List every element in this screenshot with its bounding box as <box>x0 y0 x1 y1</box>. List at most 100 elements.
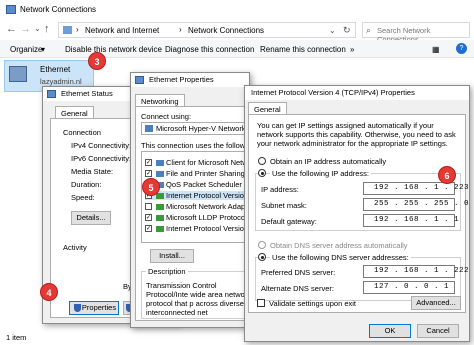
checkbox-checked[interactable]: ✓ <box>145 225 152 232</box>
more-options-icon[interactable]: » <box>350 45 354 54</box>
component-icon <box>156 226 164 232</box>
auto-dns-label[interactable]: Obtain DNS server address automatically <box>270 241 408 250</box>
list-item-client[interactable]: ✓ Client for Microsoft Network <box>145 158 252 167</box>
properties-button[interactable]: Properties <box>69 301 119 315</box>
status-window-title: Ethernet Status <box>61 89 113 98</box>
subnet-mask-label: Subnet mask: <box>261 201 307 210</box>
up-arrow-icon[interactable]: ↑ <box>44 23 50 35</box>
ipv4-titlebar: Internet Protocol Version 4 (TCP/IPv4) P… <box>245 86 469 100</box>
network-icon <box>47 90 56 98</box>
list-item-network-adapter[interactable]: Microsoft Network Adapter <box>145 202 252 211</box>
callout-4: 4 <box>40 283 58 301</box>
ipv4-properties-dialog: Internet Protocol Version 4 (TCP/IPv4) P… <box>244 85 470 342</box>
shield-icon <box>74 304 81 312</box>
description-group: Description Transmission Control Protoco… <box>141 267 253 319</box>
ipv4-general-panel: You can get IP settings assigned automat… <box>248 114 469 313</box>
manual-ip-label[interactable]: Use the following IP address: <box>270 169 371 178</box>
default-gateway-field[interactable]: 192 . 168 . 1 . 1 <box>363 214 459 227</box>
adapter-icon <box>145 125 153 132</box>
duration-label: Duration: <box>71 180 102 189</box>
ipv4-connectivity-label: IPv4 Connectivity: <box>71 141 132 150</box>
connection-heading: Connection <box>63 128 101 137</box>
ipv4-dialog-title: Internet Protocol Version 4 (TCP/IPv4) P… <box>251 88 415 97</box>
window-title: Network Connections <box>20 5 97 14</box>
ip-address-field[interactable]: 192 . 168 . 1 . 223 <box>363 182 469 195</box>
auto-ip-label[interactable]: Obtain an IP address automatically <box>270 157 386 166</box>
checkbox-checked[interactable]: ✓ <box>145 170 152 177</box>
component-icon <box>156 193 164 199</box>
details-button[interactable]: Details... <box>71 211 111 225</box>
preferred-dns-label: Preferred DNS server: <box>261 268 336 277</box>
install-button[interactable]: Install... <box>150 249 194 263</box>
properties-label: Properties <box>81 303 117 312</box>
address-dropdown-icon[interactable]: ⌄ <box>329 26 336 35</box>
view-options-icon[interactable]: ▦ <box>432 45 440 54</box>
adapter-name: Microsoft Hyper-V Network Ad <box>156 124 257 133</box>
description-text: Transmission Control Protocol/Inte wide … <box>146 281 252 317</box>
speed-label: Speed: <box>71 193 95 202</box>
network-icon <box>135 76 144 84</box>
preferred-dns-field[interactable]: 192 . 168 . 1 . 222 <box>363 265 469 278</box>
breadcrumb-sep-icon: › <box>76 25 79 34</box>
list-item-qos[interactable]: ✓QoS Packet Scheduler <box>145 180 252 189</box>
address-bar[interactable]: › Network and Internet › Network Connect… <box>58 22 356 38</box>
manual-dns-radio[interactable] <box>258 253 266 261</box>
alternate-dns-field[interactable]: 127 . 0 . 0 . 1 <box>363 281 455 294</box>
validate-checkbox[interactable] <box>257 299 265 307</box>
adapter-box: Microsoft Hyper-V Network Ad <box>141 122 257 135</box>
component-icon <box>156 215 164 221</box>
help-icon[interactable]: ? <box>456 43 467 54</box>
breadcrumb-network-connections[interactable]: Network Connections <box>188 26 264 35</box>
search-icon: ⌕ <box>366 25 372 35</box>
item-count: 1 item <box>6 333 27 342</box>
network-adapter-icon <box>9 66 27 82</box>
callout-5: 5 <box>142 178 160 196</box>
manual-dns-label[interactable]: Use the following DNS server addresses: <box>270 253 411 262</box>
network-connections-icon <box>6 5 16 14</box>
adapter-domain: lazyadmin.nl <box>40 77 82 86</box>
control-panel-icon <box>63 26 72 34</box>
ok-button[interactable]: OK <box>369 324 411 338</box>
rename-button[interactable]: Rename this connection <box>260 45 346 54</box>
subnet-mask-field[interactable]: 255 . 255 . 255 . 0 <box>363 198 469 211</box>
media-state-label: Media State: <box>71 167 114 176</box>
cancel-button[interactable]: Cancel <box>417 324 459 338</box>
ipv6-connectivity-label: IPv6 Connectivity: <box>71 154 132 163</box>
component-icon <box>156 171 164 177</box>
dns-group <box>255 257 461 301</box>
refresh-icon[interactable]: ↻ <box>343 25 351 36</box>
callout-6: 6 <box>438 166 456 184</box>
intro-text: You can get IP settings assigned automat… <box>257 121 456 148</box>
checkbox-checked[interactable]: ✓ <box>145 214 152 221</box>
forward-arrow-icon[interactable]: → <box>20 23 31 35</box>
checkbox-unchecked[interactable] <box>145 203 152 210</box>
recent-dropdown-icon[interactable]: ⌄ <box>34 24 41 33</box>
list-item-file-sharing[interactable]: ✓ File and Printer Sharing for <box>145 169 252 178</box>
organize-dropdown-icon[interactable]: ▾ <box>41 45 45 54</box>
default-gateway-label: Default gateway: <box>261 217 317 226</box>
callout-3: 3 <box>88 52 106 70</box>
components-list[interactable]: ✓ Client for Microsoft Network ✓ File and … <box>141 151 253 243</box>
list-item-ipv6[interactable]: ✓ Internet Protocol Version 6 <box>145 224 252 233</box>
explorer-titlebar: Network Connections <box>0 0 474 20</box>
back-arrow-icon[interactable]: ← <box>6 23 17 35</box>
list-item-ipv4[interactable]: ✓ Internet Protocol Version 4 <box>145 191 252 200</box>
description-heading: Description <box>146 267 188 276</box>
list-item-lldp[interactable]: ✓ Microsoft LLDP Protocol Dri <box>145 213 252 222</box>
search-box[interactable]: ⌕ Search Network Connections <box>362 22 470 44</box>
advanced-button[interactable]: Advanced... <box>411 296 461 310</box>
breadcrumb-sep-icon: › <box>179 25 182 34</box>
auto-ip-radio[interactable] <box>258 157 266 165</box>
connect-using-label: Connect using: <box>141 112 192 121</box>
organize-button[interactable]: Organize <box>10 45 42 54</box>
ip-address-label: IP address: <box>261 185 299 194</box>
disable-device-button[interactable]: Disable this network device <box>65 45 162 54</box>
breadcrumb-network-internet[interactable]: Network and Internet <box>85 26 159 35</box>
manual-ip-radio[interactable] <box>258 169 266 177</box>
validate-label[interactable]: Validate settings upon exit <box>269 299 356 308</box>
ethernet-properties-window: Ethernet Properties Networking Connect u… <box>130 72 261 328</box>
diagnose-button[interactable]: Diagnose this connection <box>165 45 254 54</box>
checkbox-checked[interactable]: ✓ <box>145 159 152 166</box>
component-icon <box>156 204 164 210</box>
auto-dns-radio[interactable] <box>258 241 266 249</box>
